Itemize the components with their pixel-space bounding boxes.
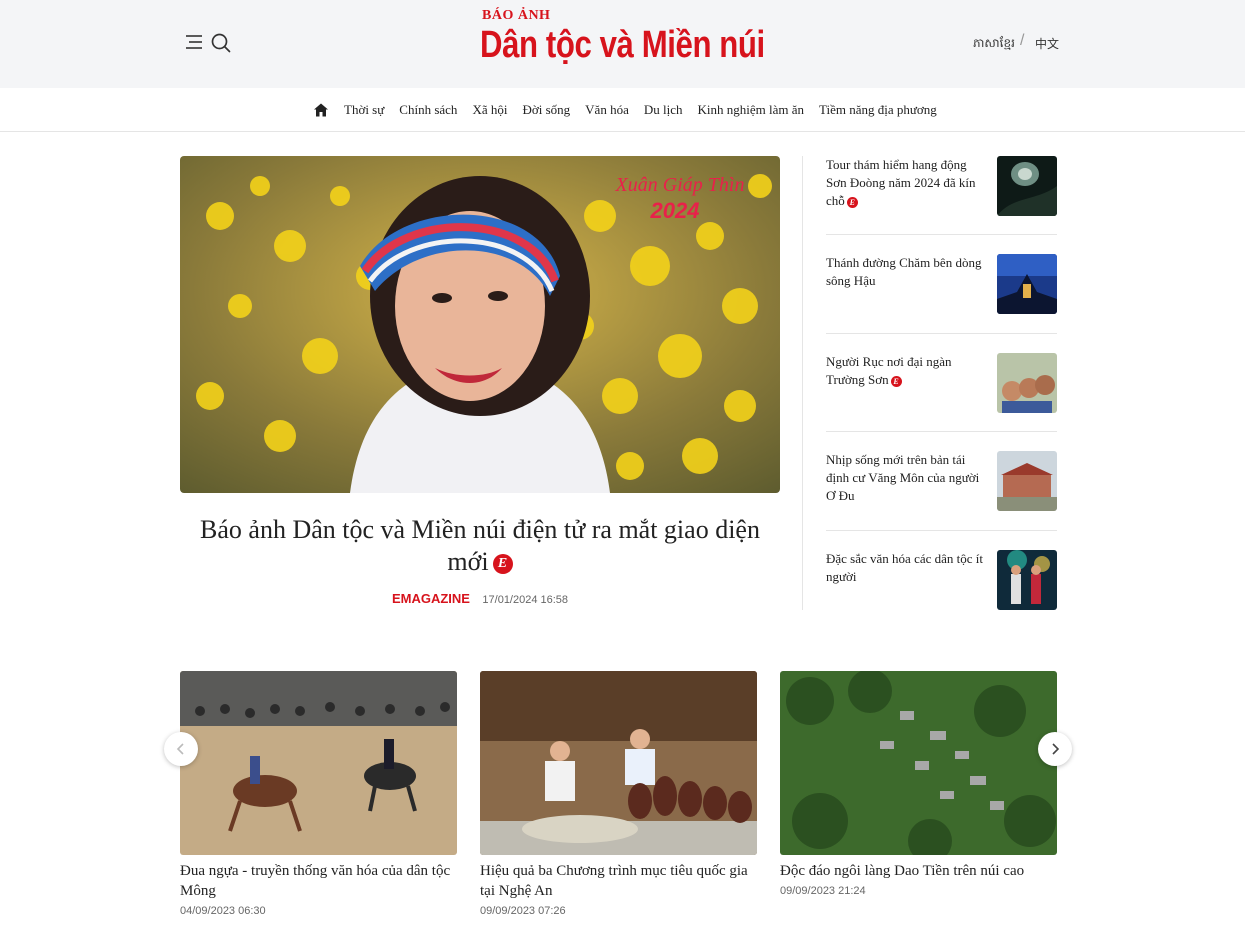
featured-photo: Xuân Giáp Thìn 2024 [180,156,780,493]
nav-item-thoi-su[interactable]: Thời sự [344,102,384,118]
featured-category[interactable]: EMAGAZINE [392,591,470,606]
column-divider [802,156,803,610]
logo-kicker: BÁO ẢNH [482,8,551,23]
carousel-card-image [780,671,1057,855]
side-list-separator [826,431,1057,432]
featured-caption-line1: Xuân Giáp Thìn [615,174,745,196]
main-nav: Thời sự Chính sách Xã hội Đời sống Văn h… [0,88,1245,132]
logo-name: Dân tộc và Miền núi [480,24,765,66]
carousel-card[interactable]: Hiệu quả ba Chương trình mục tiêu quốc g… [480,671,757,917]
side-item-thumbnail [997,550,1057,610]
side-item-title: Thánh đường Chăm bên dòng sông Hậu [826,255,982,288]
carousel-card-date: 09/09/2023 21:24 [780,885,866,897]
nav-item-chinh-sach[interactable]: Chính sách [399,102,457,118]
carousel-card-image [180,671,457,855]
nav-item-tiem-nang-dia-phuong[interactable]: Tiềm năng địa phương [819,102,937,118]
side-list-item[interactable]: Tour thám hiểm hang động Sơn Đoòng năm 2… [826,156,1057,216]
search-icon[interactable] [210,32,232,54]
chevron-right-icon [1052,743,1060,755]
nav-items: Thời sự Chính sách Xã hội Đời sống Văn h… [344,88,937,132]
side-list-item[interactable]: Người Rục nơi đại ngàn Trường Sơn E [826,353,1057,413]
chevron-left-icon [176,743,184,755]
site-logo[interactable]: BÁO ẢNH Dân tộc và Miền núi [480,6,770,76]
home-icon[interactable] [313,102,329,118]
carousel-card-title: Hiệu quả ba Chương trình mục tiêu quốc g… [480,863,748,899]
carousel-next-button[interactable] [1038,732,1072,766]
carousel-card-title: Độc đáo ngôi làng Dao Tiền trên núi cao [780,863,1025,879]
featured-meta: EMAGAZINE 17/01/2024 16:58 [180,590,780,608]
side-item-thumbnail [997,254,1057,314]
side-item-thumbnail [997,156,1057,216]
side-item-title-text: Người Rục nơi đại ngàn Trường Sơn [826,354,952,387]
side-list-separator [826,530,1057,531]
featured-date: 17/01/2024 16:58 [482,594,569,606]
emagazine-badge: E [846,197,858,208]
site-header: BÁO ẢNH Dân tộc và Miền núi ភាសាខ្មែរ / … [0,0,1245,88]
side-list-item[interactable]: Đặc sắc văn hóa các dân tộc ít người [826,550,1057,610]
side-item-thumbnail [997,451,1057,511]
nav-item-doi-song[interactable]: Đời sống [522,102,570,118]
carousel-card-date: 04/09/2023 06:30 [180,905,266,917]
emagazine-badge: E [890,376,902,387]
side-list-separator [826,333,1057,334]
side-item-title: Đặc sắc văn hóa các dân tộc ít người [826,551,984,584]
nav-item-van-hoa[interactable]: Văn hóa [585,102,629,118]
language-khmer[interactable]: ភាសាខ្មែរ [973,35,1015,53]
language-separator: / [1020,32,1025,49]
menu-icon[interactable] [184,33,204,51]
carousel-prev-button[interactable] [164,732,198,766]
side-list-item[interactable]: Thánh đường Chăm bên dòng sông Hậu [826,254,1057,314]
featured-image[interactable]: Xuân Giáp Thìn 2024 [180,156,780,493]
nav-item-kinh-nghiem-lam-an[interactable]: Kinh nghiệm làm ăn [697,102,804,118]
side-item-thumbnail [997,353,1057,413]
featured-title-text: Báo ảnh Dân tộc và Miền núi điện tử ra m… [200,515,760,576]
nav-item-xa-hoi[interactable]: Xã hội [472,102,507,118]
carousel-card-image [480,671,757,855]
side-list-item[interactable]: Nhịp sống mới trên bản tái định cư Văng … [826,451,1057,511]
featured-title[interactable]: Báo ảnh Dân tộc và Miền núi điện tử ra m… [180,514,780,578]
side-list-separator [826,234,1057,235]
carousel-card[interactable]: Độc đáo ngôi làng Dao Tiền trên núi cao … [780,671,1057,897]
carousel-card[interactable]: Đua ngựa - truyền thống văn hóa của dân … [180,671,457,917]
featured-caption-line2: 2024 [650,198,700,223]
side-item-title: Tour thám hiểm hang động Sơn Đoòng năm 2… [826,156,986,210]
side-item-title: Nhịp sống mới trên bản tái định cư Văng … [826,452,980,503]
side-item-title: Người Rục nơi đại ngàn Trường Sơn E [826,353,986,389]
nav-item-du-lich[interactable]: Du lịch [644,102,683,118]
emagazine-badge: E [492,554,513,574]
carousel-card-date: 09/09/2023 07:26 [480,905,566,917]
carousel-card-title: Đua ngựa - truyền thống văn hóa của dân … [180,863,451,899]
language-chinese[interactable]: 中文 [1035,35,1059,52]
